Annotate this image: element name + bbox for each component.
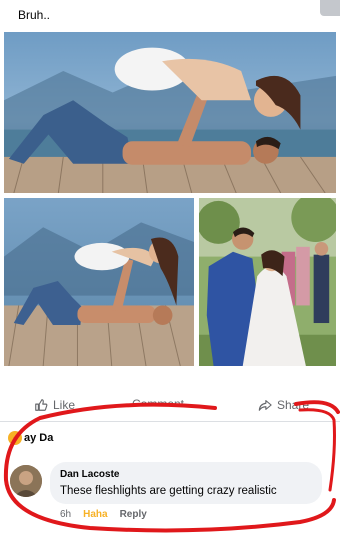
comment-reply-button[interactable]: Reply [120, 509, 147, 520]
comment-haha-reaction[interactable]: Haha [83, 509, 107, 520]
comment-bubble: Dan Lacoste These fleshlights are gettin… [50, 462, 322, 504]
reactor-name: ay Da [24, 432, 54, 444]
like-button[interactable]: Like [34, 398, 75, 412]
facebook-post: Bruh.. Like Comment Share ᵕ ay Da Dan La… [0, 0, 340, 535]
comment-meta: 6h Haha Reply [60, 509, 147, 520]
photo-couple-dock-wide [4, 32, 336, 193]
haha-emoji-icon: ᵕ [8, 431, 22, 445]
share-label: Share [277, 398, 310, 412]
photo-wedding-couple [199, 198, 336, 366]
commenter-avatar[interactable] [10, 465, 42, 497]
reaction-summary[interactable]: ᵕ ay Da [8, 431, 53, 445]
like-label: Like [53, 398, 76, 412]
post-photo-1[interactable] [2, 30, 338, 195]
post-photo-2[interactable] [2, 196, 196, 368]
avatar-image [10, 465, 42, 497]
comment-author[interactable]: Dan Lacoste [60, 468, 312, 481]
share-arrow-icon [258, 400, 272, 411]
comment-time[interactable]: 6h [60, 509, 71, 520]
thumbs-up-icon [35, 399, 48, 411]
post-text: Bruh.. [18, 8, 51, 22]
more-options-button[interactable] [320, 0, 340, 16]
comment-label: Comment [132, 397, 185, 404]
post-photo-3[interactable] [197, 196, 338, 368]
comment-text: These fleshlights are getting crazy real… [60, 485, 277, 497]
post-action-bar: Like Comment Share [0, 392, 340, 422]
comment-button[interactable]: Comment [132, 396, 184, 404]
photo-couple-dock-side [4, 198, 194, 366]
share-button[interactable]: Share [258, 398, 309, 412]
